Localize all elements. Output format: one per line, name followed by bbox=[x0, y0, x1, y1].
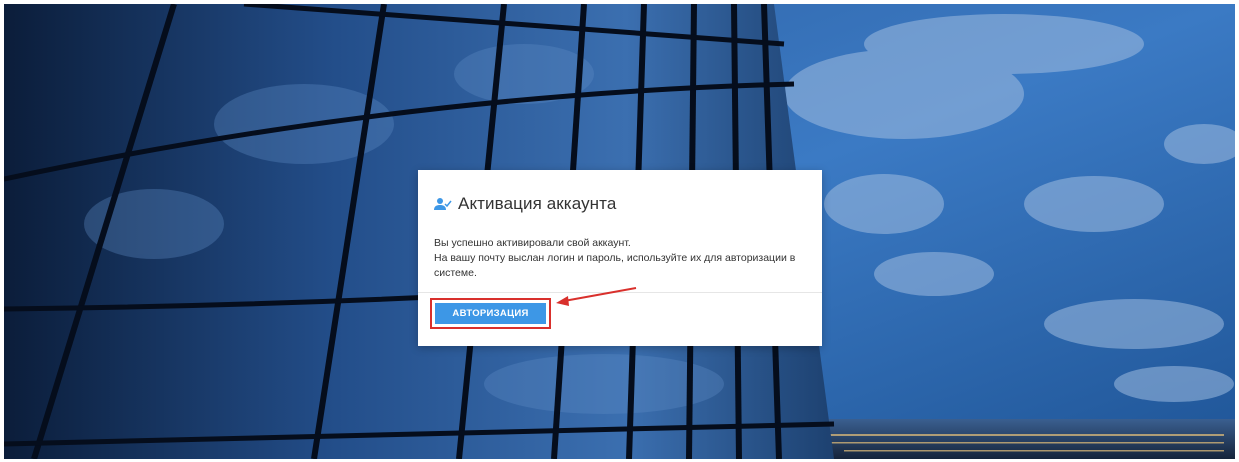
message-line: На вашу почту выслан логин и пароль, исп… bbox=[434, 252, 796, 264]
authorization-button[interactable]: АВТОРИЗАЦИЯ bbox=[435, 303, 546, 324]
message-line: системе. bbox=[434, 267, 477, 279]
message-line: Вы успешно активировали свой аккаунт. bbox=[434, 237, 631, 249]
dialog-header: Активация аккаунта bbox=[434, 194, 616, 214]
dialog-title: Активация аккаунта bbox=[458, 194, 617, 213]
dialog-message: Вы успешно активировали свой аккаунт. На… bbox=[434, 236, 804, 281]
user-check-icon bbox=[434, 197, 452, 211]
background-frame: Активация аккаунта Вы успешно активирова… bbox=[4, 4, 1235, 459]
dialog-divider bbox=[418, 292, 822, 293]
account-activation-dialog: Активация аккаунта Вы успешно активирова… bbox=[418, 170, 822, 346]
